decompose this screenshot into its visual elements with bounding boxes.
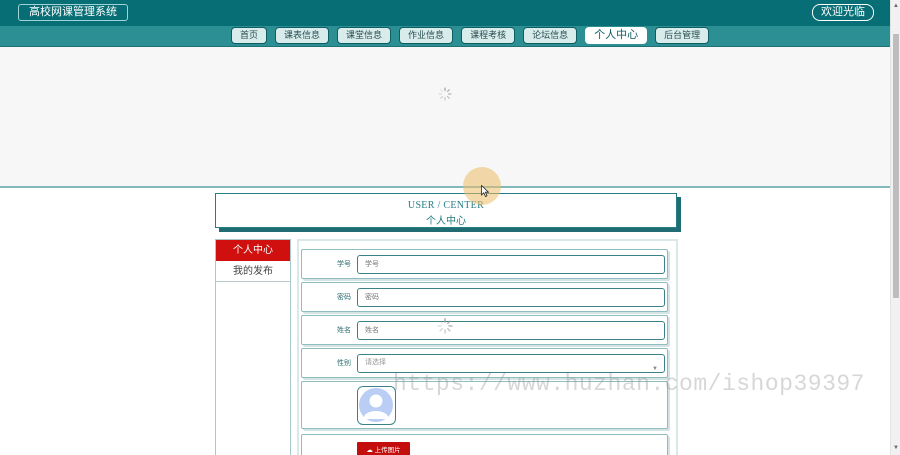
name-label: 姓名: [337, 327, 351, 334]
mouse-pointer-icon: [481, 185, 489, 197]
nav-item-class[interactable]: 课堂信息: [337, 27, 392, 44]
scrollbar-thumb[interactable]: [893, 34, 899, 298]
gender-label: 性别: [337, 360, 351, 367]
sidebar-item-my-posts[interactable]: 我的发布: [216, 261, 290, 282]
profile-form: 学号 密码 姓名 性别 请选择 ▼ ☁ 上传图片: [297, 239, 678, 455]
form-row-student-id: 学号: [301, 249, 668, 279]
main-nav-bar: 首页 课表信息 课堂信息 作业信息 课程考核 论坛信息 个人中心 后台管理: [0, 26, 890, 47]
user-avatar-icon[interactable]: [357, 386, 396, 425]
welcome-badge: 欢迎光临: [812, 4, 874, 21]
upload-image-button[interactable]: ☁ 上传图片: [357, 442, 410, 455]
form-row-password: 密码: [301, 282, 668, 312]
nav-item-homework[interactable]: 作业信息: [399, 27, 454, 44]
loading-spinner-icon: [438, 87, 452, 101]
user-sidebar: 个人中心 我的发布: [215, 239, 291, 455]
nav-item-user-center[interactable]: 个人中心: [585, 27, 648, 44]
password-input[interactable]: [357, 288, 665, 307]
upload-image-label: 上传图片: [374, 447, 401, 454]
name-input[interactable]: [357, 321, 665, 340]
nav-item-schedule[interactable]: 课表信息: [275, 27, 330, 44]
avatar-silhouette: [358, 387, 394, 423]
form-row-name: 姓名: [301, 315, 668, 345]
nav-item-assessment[interactable]: 课程考核: [461, 27, 516, 44]
page-title-cn: 个人中心: [426, 216, 466, 227]
page-scrollbar[interactable]: ▲ ▼: [890, 0, 900, 455]
loading-spinner-icon: [437, 318, 453, 334]
page-title-box: USER / CENTER 个人中心: [215, 193, 677, 228]
cloud-upload-icon: ☁: [366, 447, 373, 454]
banner-carousel[interactable]: [0, 47, 890, 188]
student-id-input[interactable]: [357, 255, 665, 274]
scroll-up-icon[interactable]: ▲: [893, 3, 899, 9]
scroll-down-icon[interactable]: ▼: [893, 445, 899, 451]
sidebar-item-user-center[interactable]: 个人中心: [216, 240, 290, 261]
gender-select-placeholder: 请选择: [365, 359, 386, 366]
password-label: 密码: [337, 294, 351, 301]
nav-item-home[interactable]: 首页: [231, 27, 268, 44]
nav-menu: 首页 课表信息 课堂信息 作业信息 课程考核 论坛信息 个人中心 后台管理: [231, 27, 710, 44]
form-row-upload: ☁ 上传图片: [301, 434, 668, 455]
student-id-label: 学号: [337, 261, 351, 268]
site-title[interactable]: 高校网课管理系统: [18, 4, 128, 21]
page-title-en: USER / CENTER: [407, 200, 485, 211]
top-header: 高校网课管理系统 欢迎光临: [0, 0, 890, 26]
nav-item-admin[interactable]: 后台管理: [655, 27, 710, 44]
nav-item-forum[interactable]: 论坛信息: [523, 27, 578, 44]
watermark-text: https://www.huzhan.com/ishop39397: [393, 371, 865, 397]
